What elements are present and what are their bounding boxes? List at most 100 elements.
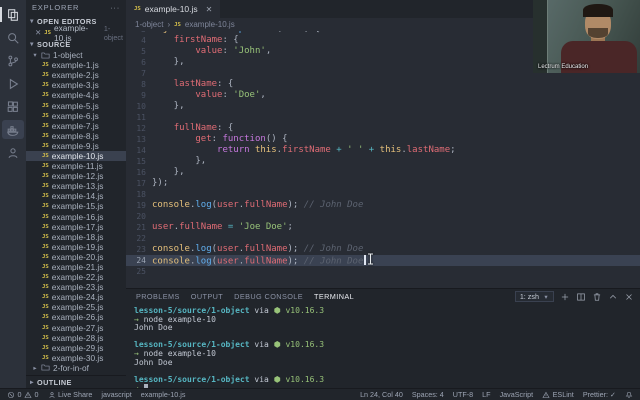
tree-file-example-13.js[interactable]: JS example-13.js xyxy=(26,181,126,191)
code-line[interactable]: 17}); xyxy=(126,178,640,189)
terminal-text: via xyxy=(249,306,274,315)
code-line[interactable]: 21 user.fullName = 'Joe Doe'; xyxy=(126,222,640,233)
tree-file-example-16.js[interactable]: JS example-16.js xyxy=(26,212,126,222)
activity-source-control-icon[interactable] xyxy=(2,51,24,70)
terminal-text: via xyxy=(249,374,274,384)
tree-file-example-24.js[interactable]: JS example-24.js xyxy=(26,292,126,302)
status-item-eslint[interactable]: ESLint xyxy=(542,390,574,399)
tree-file-example-5.js[interactable]: JS example-5.js xyxy=(26,100,126,111)
tree-folder-1-object[interactable]: ▾ 1-object xyxy=(26,50,126,60)
js-file-icon: JS xyxy=(44,29,52,36)
code-line[interactable]: 22 xyxy=(126,233,640,244)
tree-file-example-27.js[interactable]: JS example-27.js xyxy=(26,323,126,333)
new-terminal-icon[interactable] xyxy=(560,292,570,302)
open-editor-item[interactable]: ✕ JS example-10.js 1-object xyxy=(26,23,126,43)
tree-file-example-8.js[interactable]: JS example-8.js xyxy=(26,131,126,141)
js-file-icon: JS xyxy=(42,152,49,159)
tree-file-example-1.js[interactable]: JS example-1.js xyxy=(26,60,126,70)
panel-tab-output[interactable]: OUTPUT xyxy=(191,292,223,301)
source-section-header[interactable]: ▾ SOURCE xyxy=(26,38,126,50)
code-line[interactable]: 13 get: function() { xyxy=(126,134,640,145)
tree-file-example-14.js[interactable]: JS example-14.js xyxy=(26,191,126,201)
status-item-example-10-js[interactable]: example-10.js xyxy=(141,390,186,399)
tree-file-example-10.js[interactable]: JS example-10.js xyxy=(26,150,126,162)
tree-file-example-22.js[interactable]: JS example-22.js xyxy=(26,272,126,282)
panel-tab-terminal[interactable]: TERMINAL xyxy=(314,292,354,301)
breadcrumb-folder[interactable]: 1-object xyxy=(135,20,163,29)
close-icon[interactable]: ✕ xyxy=(206,5,213,14)
breadcrumb-file[interactable]: example-10.js xyxy=(185,20,235,29)
tree-file-example-4.js[interactable]: JS example-4.js xyxy=(26,90,126,100)
code-text: console.log(user.fullName); // John Doe xyxy=(152,255,640,267)
panel-tab-problems[interactable]: PROBLEMS xyxy=(136,292,180,301)
tree-file-example-26.js[interactable]: JS example-26.js xyxy=(26,312,126,322)
code-line[interactable]: 20 xyxy=(126,211,640,222)
code-line[interactable]: 11 xyxy=(126,112,640,123)
tree-file-example-17.js[interactable]: JS example-17.js xyxy=(26,222,126,232)
status-problems[interactable]: 00 xyxy=(7,390,39,399)
code-token: this xyxy=(379,145,402,155)
tree-file-example-6.js[interactable]: JS example-6.js xyxy=(26,111,126,121)
status-item-javascript[interactable]: javascript xyxy=(101,390,131,399)
close-icon[interactable]: ✕ xyxy=(35,28,41,37)
line-number: 23 xyxy=(136,245,146,254)
tree-file-example-7.js[interactable]: JS example-7.js xyxy=(26,121,126,131)
code-line[interactable]: 23 console.log(user.fullName); // John Do… xyxy=(126,244,640,255)
code-line[interactable]: 12 fullName: { xyxy=(126,123,640,134)
activity-bar xyxy=(0,0,26,388)
tree-file-example-25.js[interactable]: JS example-25.js xyxy=(26,302,126,312)
tree-file-example-3.js[interactable]: JS example-3.js xyxy=(26,80,126,90)
close-panel-icon[interactable] xyxy=(624,292,634,302)
tree-file-example-29.js[interactable]: JS example-29.js xyxy=(26,343,126,353)
terminal-shell-select[interactable]: 1: zsh ▾ xyxy=(514,291,554,302)
panel-tab-debug-console[interactable]: DEBUG CONSOLE xyxy=(234,292,303,301)
tree-file-example-18.js[interactable]: JS example-18.js xyxy=(26,232,126,242)
code-line[interactable]: 25 xyxy=(126,266,640,277)
tree-folder-2-for-in-of[interactable]: ▸ 2-for-in-of xyxy=(26,363,126,373)
tree-file-example-20.js[interactable]: JS example-20.js xyxy=(26,252,126,262)
code-token: 'Doe' xyxy=(233,90,261,100)
code-line[interactable]: 15 }, xyxy=(126,156,640,167)
sidebar-actions-icon[interactable]: ··· xyxy=(110,3,120,12)
outline-section-header[interactable]: ▸ OUTLINE xyxy=(26,375,126,388)
bell-icon[interactable] xyxy=(625,391,633,399)
tree-file-example-11.js[interactable]: JS example-11.js xyxy=(26,161,126,171)
terminal-text: ⬢ v10.16.3 xyxy=(273,340,325,350)
split-terminal-icon[interactable] xyxy=(576,292,586,302)
status-item-spaces-4[interactable]: Spaces: 4 xyxy=(412,390,444,399)
status-item-ln-24-col-40[interactable]: Ln 24, Col 40 xyxy=(360,390,403,399)
tree-file-example-28.js[interactable]: JS example-28.js xyxy=(26,333,126,343)
status-item-lf[interactable]: LF xyxy=(482,390,490,399)
code-line[interactable]: 19 console.log(user.fullName); // John Do… xyxy=(126,200,640,211)
maximize-panel-icon[interactable] xyxy=(608,292,618,302)
activity-explorer-icon[interactable] xyxy=(0,5,24,24)
activity-search-icon[interactable] xyxy=(2,28,24,47)
activity-docker-icon[interactable] xyxy=(2,120,24,139)
terminal-line: → node example-10 xyxy=(134,349,640,359)
code-line[interactable]: 14 return this.firstName + ' ' + this.la… xyxy=(126,145,640,156)
code-line[interactable]: 24 console.log(user.fullName); // John Do… xyxy=(126,255,640,267)
status-item-live-share[interactable]: Live Share xyxy=(48,390,92,399)
tree-file-example-23.js[interactable]: JS example-23.js xyxy=(26,282,126,292)
code-line[interactable]: 9 value: 'Doe', xyxy=(126,90,640,101)
kill-terminal-icon[interactable] xyxy=(592,292,602,302)
tree-file-example-19.js[interactable]: JS example-19.js xyxy=(26,242,126,252)
status-item-javascript[interactable]: JavaScript xyxy=(500,390,534,399)
code-line[interactable]: 18 xyxy=(126,189,640,200)
code-line[interactable]: 10 }, xyxy=(126,101,640,112)
activity-run-debug-icon[interactable] xyxy=(2,74,24,93)
terminal-output[interactable]: lesson-5/source/1-object via ⬢ v10.16.3 →… xyxy=(126,304,640,388)
tree-file-example-21.js[interactable]: JS example-21.js xyxy=(26,262,126,272)
tree-file-example-15.js[interactable]: JS example-15.js xyxy=(26,201,126,211)
code-line[interactable]: 16 }, xyxy=(126,167,640,178)
tree-file-example-9.js[interactable]: JS example-9.js xyxy=(26,141,126,151)
activity-live-share-icon[interactable] xyxy=(2,143,24,162)
status-item-prettier-[interactable]: Prettier: ✓ xyxy=(583,390,616,399)
tree-file-example-30.js[interactable]: JS example-30.js xyxy=(26,353,126,363)
code-line[interactable]: 8 lastName: { xyxy=(126,79,640,90)
tree-file-example-12.js[interactable]: JS example-12.js xyxy=(26,171,126,181)
activity-extensions-icon[interactable] xyxy=(2,97,24,116)
tree-file-example-2.js[interactable]: JS example-2.js xyxy=(26,70,126,80)
tab-example-10.js[interactable]: JS example-10.js ✕ xyxy=(126,0,221,18)
status-item-utf-8[interactable]: UTF-8 xyxy=(453,390,473,399)
